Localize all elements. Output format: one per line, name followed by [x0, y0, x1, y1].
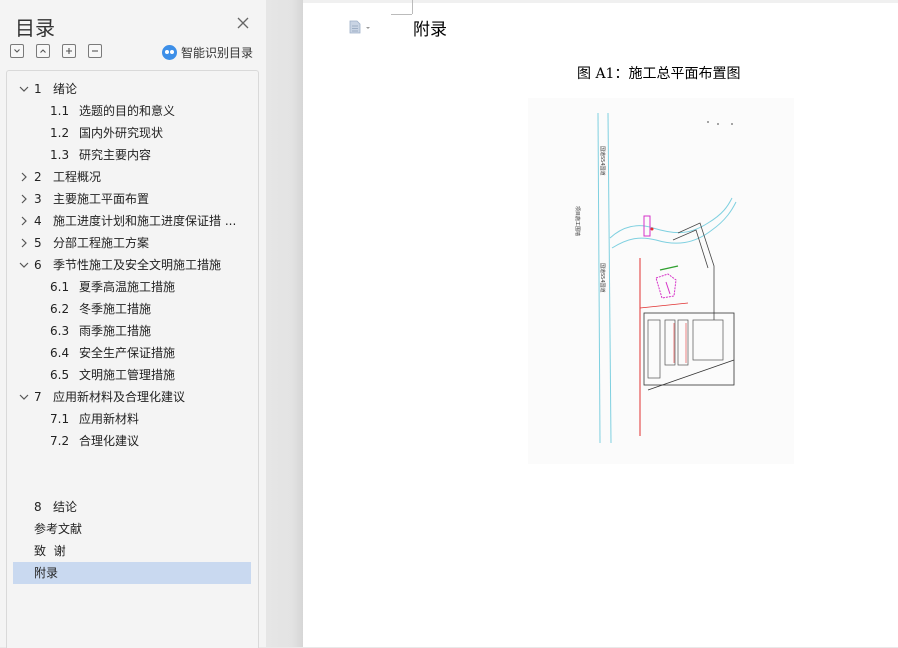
toc-item-number: 1.1 [50, 104, 70, 118]
toc-item-number: 5 [34, 236, 42, 250]
smart-recognize-icon [162, 45, 177, 60]
toc-item-label: 研究主要内容 [79, 148, 152, 162]
toc-item-label: 致 谢 [34, 544, 66, 558]
toc-item-label: 季节性施工及安全文明施工措施 [53, 258, 222, 272]
toc-item-label: 参考文献 [34, 522, 83, 536]
toc-item-label: 结论 [53, 500, 78, 514]
paragraph-style-icon[interactable] [349, 20, 373, 34]
toc-item-label: 文明施工管理措施 [79, 368, 176, 382]
site-plan-drawing: 国道S54国道 项目施工围墙 国道S54国道 [574, 112, 737, 444]
expand-all-icon[interactable] [10, 44, 24, 58]
toc-item-number: 7 [34, 390, 42, 404]
site-plan-figure: 国道S54国道 项目施工围墙 国道S54国道 [528, 98, 794, 464]
toc-item[interactable]: 6.1 夏季高温施工措施 [13, 276, 251, 298]
toc-item[interactable]: 1.3 研究主要内容 [13, 144, 251, 166]
collapse-all-icon[interactable] [36, 44, 50, 58]
toc-item-label: 施工进度计划和施工进度保证措 ... [53, 214, 237, 228]
toc-item-number: 6.3 [50, 324, 70, 338]
toc-item-number: 1 [34, 82, 42, 96]
toc-item-label: 夏季高温施工措施 [79, 280, 176, 294]
chevron-right-icon[interactable] [19, 238, 29, 248]
chevron-down-icon[interactable] [19, 392, 29, 402]
toc-title: 目录 [15, 16, 55, 40]
close-icon[interactable] [236, 16, 250, 30]
toc-item-label: 应用新材料 [79, 412, 140, 426]
toc-item[interactable]: 6.3 雨季施工措施 [13, 320, 251, 342]
toc-item-number: 7.1 [50, 412, 70, 426]
toc-item[interactable]: 致 谢 [13, 540, 251, 562]
toc-item[interactable]: 参考文献 [13, 518, 251, 540]
toc-item[interactable]: 2 工程概况 [13, 166, 251, 188]
road-label: 国道S54国道 [599, 146, 606, 176]
toc-item-label: 选题的目的和意义 [79, 104, 176, 118]
toc-item[interactable]: 6 季节性施工及安全文明施工措施 [13, 254, 251, 276]
chevron-right-icon[interactable] [19, 216, 29, 226]
toc-item-number: 1.3 [50, 148, 70, 162]
figure-caption: 图 A1：施工总平面布置图 [577, 66, 741, 82]
margin-corner-mark [412, 0, 413, 14]
toc-item-label: 工程概况 [53, 170, 102, 184]
margin-corner-mark [391, 14, 412, 15]
toc-item[interactable]: 1.1 选题的目的和意义 [13, 100, 251, 122]
toc-item-label: 合理化建议 [79, 434, 140, 448]
toc-item-number: 6.5 [50, 368, 70, 382]
toc-item-label: 安全生产保证措施 [79, 346, 176, 360]
toc-item-number: 1.2 [50, 126, 70, 140]
toc-item[interactable]: 1.2 国内外研究现状 [13, 122, 251, 144]
smart-toc-button[interactable]: 智能识别目录 [162, 44, 253, 61]
toc-item-label: 主要施工平面布置 [53, 192, 150, 206]
toc-item-label: 雨季施工措施 [79, 324, 152, 338]
toc-item-number: 7.2 [50, 434, 70, 448]
toc-item-number: 3 [34, 192, 42, 206]
toc-item[interactable]: 6.2 冬季施工措施 [13, 298, 251, 320]
toc-item-selected[interactable]: 附录 [13, 562, 251, 584]
toc-item-number: 6.4 [50, 346, 70, 360]
toc-item-number: 2 [34, 170, 42, 184]
toc-item[interactable]: 6.4 安全生产保证措施 [13, 342, 251, 364]
page-gutter [266, 0, 303, 647]
toc-item-label: 附录 [34, 566, 59, 580]
remove-heading-icon[interactable] [88, 44, 102, 58]
wall-label: 项目施工围墙 [574, 206, 581, 236]
toc-item[interactable]: 7.1 应用新材料 [13, 408, 251, 430]
chevron-down-icon[interactable] [19, 84, 29, 94]
smart-toc-label: 智能识别目录 [181, 46, 254, 60]
toc-toolbar [10, 44, 102, 60]
toc-item[interactable]: 7.2 合理化建议 [13, 430, 251, 452]
chevron-down-icon[interactable] [19, 260, 29, 270]
toc-list-container: 1 绪论 1.1 选题的目的和意义 1.2 国内外研究现状 1.3 研究主要内容 2 工程概况 3 主… [6, 70, 259, 648]
toc-item-number: 6.2 [50, 302, 70, 316]
toc-item-label: 冬季施工措施 [79, 302, 152, 316]
road-label: 国道S54国道 [599, 263, 606, 293]
toc-item[interactable]: 1 绪论 [13, 78, 251, 100]
toc-panel: 目录 智能识别目录 1 绪论 1.1 选题的目的和意义 1.2 国内外研究现状 1.3 研究主… [0, 0, 266, 648]
toc-item-number: 8 [34, 500, 42, 514]
document-page: 附录 图 A1：施工总平面布置图 国道S54国道 项目施工围墙 国道S54国道 [303, 0, 898, 647]
toc-item[interactable]: 7 应用新材料及合理化建议 [13, 386, 251, 408]
toc-item[interactable]: 3 主要施工平面布置 [13, 188, 251, 210]
toc-item-label: 国内外研究现状 [79, 126, 164, 140]
toc-item[interactable]: 4 施工进度计划和施工进度保证措 ... [13, 210, 251, 232]
toc-item[interactable]: 8 结论 [13, 496, 251, 518]
toc-item-number: 6 [34, 258, 42, 272]
chevron-right-icon[interactable] [19, 194, 29, 204]
toc-item-label: 绪论 [53, 82, 78, 96]
toc-item[interactable]: 5 分部工程施工方案 [13, 232, 251, 254]
toc-item-number: 4 [34, 214, 42, 228]
appendix-heading: 附录 [413, 20, 447, 40]
chevron-right-icon[interactable] [19, 172, 29, 182]
toc-item-label: 应用新材料及合理化建议 [53, 390, 186, 404]
toc-item-number: 6.1 [50, 280, 70, 294]
toc-item-label: 分部工程施工方案 [53, 236, 150, 250]
add-heading-icon[interactable] [62, 44, 76, 58]
page-top-edge [303, 0, 898, 3]
toc-item[interactable]: 6.5 文明施工管理措施 [13, 364, 251, 386]
